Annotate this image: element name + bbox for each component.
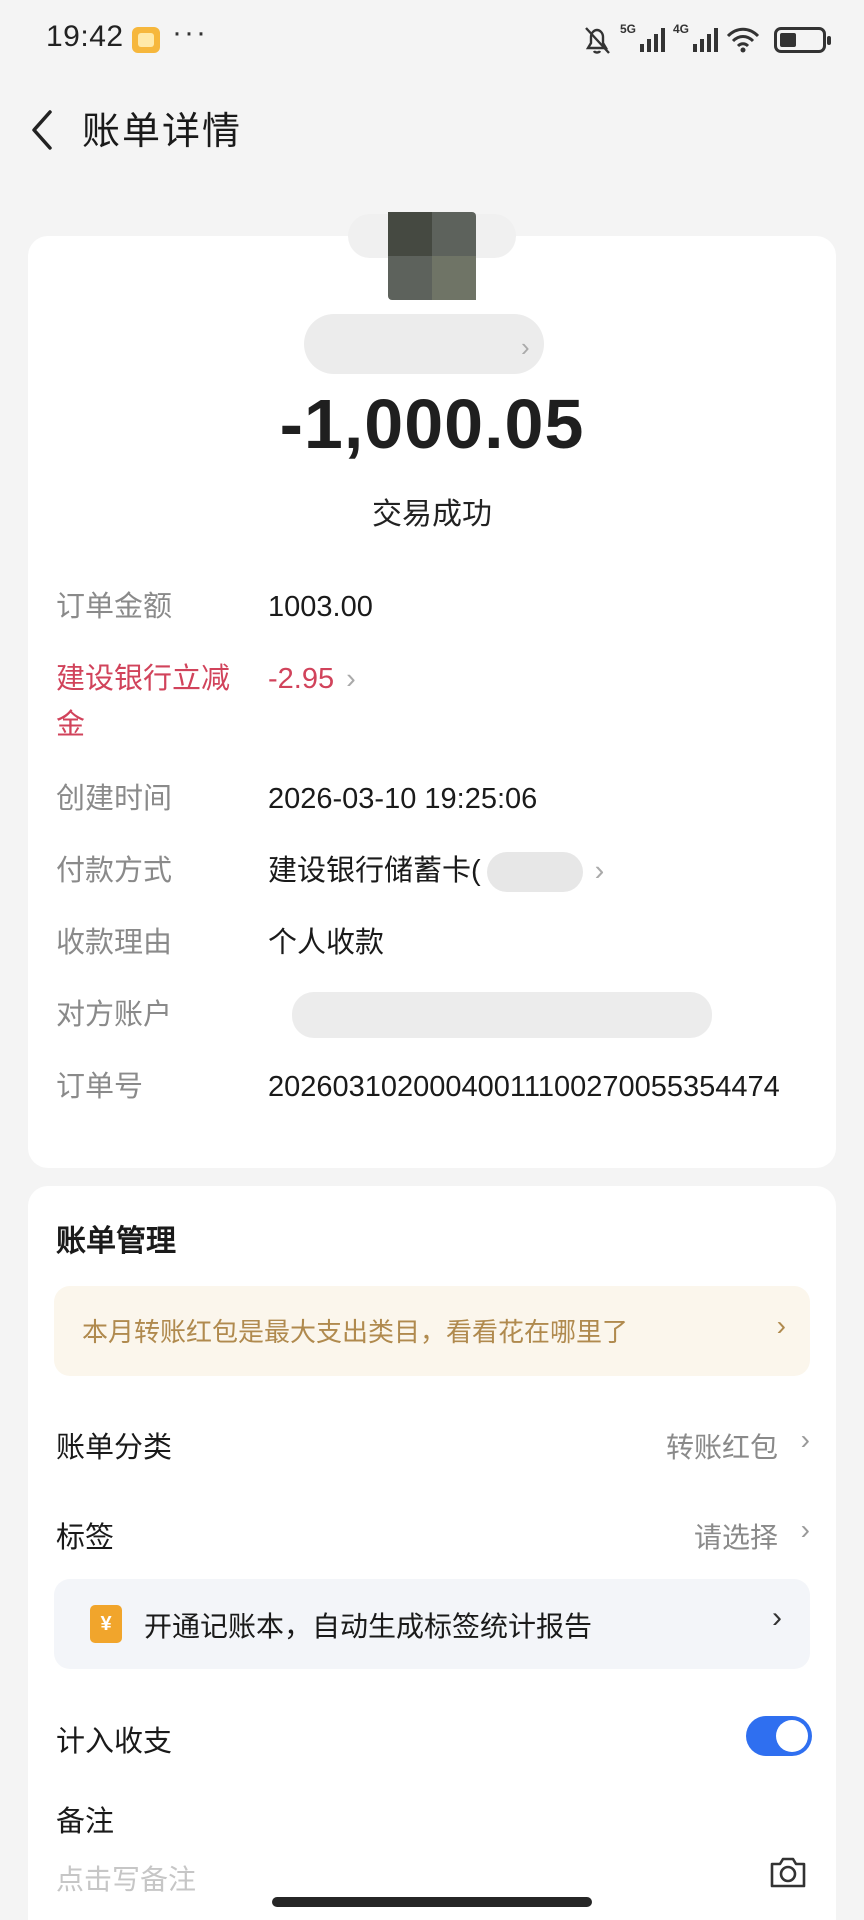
net-4g-label: 4G xyxy=(673,22,690,36)
bill-category-row[interactable]: 账单分类 转账红包 › xyxy=(56,1414,812,1474)
remark-input[interactable]: 点击写备注 xyxy=(56,1858,196,1898)
count-in-balance-label: 计入收支 xyxy=(56,1726,173,1758)
bill-detail-card: › -1,000.05 交易成功 订单金额 1003.00 建设银行立减金 -2… xyxy=(28,212,836,1168)
tag-value: 请选择 xyxy=(693,1522,778,1553)
row-label: 付款方式 xyxy=(56,855,173,887)
ledger-promo-banner[interactable]: ¥ 开通记账本，自动生成标签统计报告 › xyxy=(54,1579,810,1669)
section-title: 账单管理 xyxy=(56,1225,176,1258)
signal-5g-icon: 5G xyxy=(620,22,665,52)
promo-text: 本月转账红包是最大支出类目，看看花在哪里了 xyxy=(82,1317,629,1347)
chevron-right-icon: › xyxy=(521,332,530,362)
camera-icon[interactable] xyxy=(768,1854,808,1890)
mute-bell-icon xyxy=(585,27,610,54)
transaction-amount: -1,000.05 xyxy=(279,385,585,463)
row-label: 订单金额 xyxy=(56,591,173,623)
row-value: 个人收款 xyxy=(268,927,385,959)
row-label: 订单号 xyxy=(56,1071,144,1103)
row-label: 对方账户 xyxy=(56,999,173,1031)
tag-label: 标签 xyxy=(56,1522,115,1554)
chevron-right-icon: › xyxy=(800,1514,810,1545)
row-value: 2026-03-10 19:25:06 xyxy=(268,783,538,815)
tag-row[interactable]: 标签 请选择 › xyxy=(56,1504,812,1564)
chevron-right-icon: › xyxy=(346,663,356,695)
count-in-balance-toggle[interactable] xyxy=(746,1716,812,1756)
notification-app-icon xyxy=(132,27,160,53)
row-discount[interactable]: 建设银行立减金 -2.95 › xyxy=(56,656,816,748)
ledger-coupon-icon: ¥ xyxy=(90,1605,122,1643)
bill-category-value: 转账红包 xyxy=(665,1432,778,1463)
more-notifications-icon: ··· xyxy=(172,16,208,49)
row-value: 建设银行储蓄卡( › xyxy=(268,848,604,894)
chevron-right-icon: › xyxy=(800,1424,810,1455)
bill-management-card: 账单管理 本月转账红包是最大支出类目，看看花在哪里了 › 账单分类 转账红包 ›… xyxy=(28,1186,836,1920)
account-blurred xyxy=(292,992,712,1038)
row-value: 20260310200040011100270055354474 xyxy=(268,1071,780,1103)
status-icons: 5G 4G xyxy=(582,20,831,60)
payment-method-value: 建设银行储蓄卡( xyxy=(268,855,481,887)
header: 账单详情 xyxy=(0,80,864,180)
chevron-right-icon: › xyxy=(772,1601,782,1634)
count-in-balance-row: 计入收支 xyxy=(56,1714,812,1774)
discount-value: -2.95 xyxy=(268,663,335,695)
row-value: -2.95 › xyxy=(268,656,356,702)
chevron-right-icon: › xyxy=(776,1310,786,1341)
chevron-right-icon: › xyxy=(594,855,605,887)
row-value: 1003.00 xyxy=(268,591,373,623)
avatar[interactable] xyxy=(388,212,476,300)
spending-insight-banner[interactable]: 本月转账红包是最大支出类目，看看花在哪里了 › xyxy=(54,1286,810,1376)
status-time: 19:42 xyxy=(46,20,124,53)
row-label: 收款理由 xyxy=(56,927,173,959)
counterparty-name-blurred[interactable] xyxy=(304,314,544,374)
card-number-blurred xyxy=(486,852,583,893)
battery-icon xyxy=(774,27,831,53)
status-bar: 19:42 ··· 5G 4G xyxy=(0,0,864,80)
net-5g-label: 5G xyxy=(620,22,637,36)
wifi-icon xyxy=(726,27,760,53)
bill-category-label: 账单分类 xyxy=(56,1432,173,1464)
transaction-status: 交易成功 xyxy=(372,498,492,531)
home-indicator[interactable] xyxy=(272,1897,592,1907)
back-arrow-icon[interactable] xyxy=(24,102,64,158)
remark-label: 备注 xyxy=(56,1806,115,1838)
ledger-text: 开通记账本，自动生成标签统计报告 xyxy=(144,1611,593,1642)
row-label: 建设银行立减金 xyxy=(56,663,231,741)
row-label: 创建时间 xyxy=(56,783,173,815)
signal-4g-icon: 4G xyxy=(673,22,718,52)
page-title: 账单详情 xyxy=(82,111,243,153)
